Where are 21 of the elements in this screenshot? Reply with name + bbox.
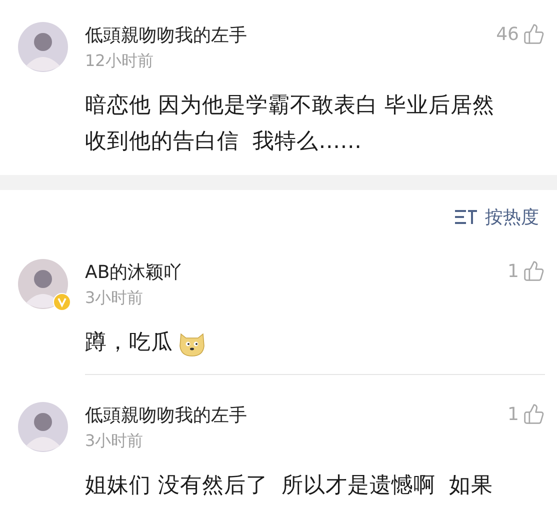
- comment-time: 3小时前: [85, 287, 144, 309]
- comment-text: 暗恋他 因为他是学霸不敢表白 毕业后居然: [85, 92, 495, 120]
- username[interactable]: 低頭親吻吻我的左手: [85, 403, 508, 429]
- avatar[interactable]: [18, 259, 68, 309]
- comment-text: 姐妹们 没有然后了 所以才是遗憾啊 如果: [85, 472, 494, 500]
- avatar[interactable]: [18, 402, 68, 452]
- like-count: 1: [508, 404, 519, 424]
- sort-by-popularity[interactable]: 按热度: [485, 205, 539, 229]
- like-count: 46: [496, 24, 519, 44]
- sort-icon: [455, 208, 477, 226]
- like-icon[interactable]: [523, 403, 545, 425]
- comment-time: 12小时前: [85, 50, 154, 72]
- avatar[interactable]: [18, 22, 68, 72]
- comment-text: 收到他的告白信 我特么……: [85, 128, 362, 156]
- like-icon[interactable]: [523, 23, 545, 45]
- like-count: 1: [508, 260, 519, 282]
- username[interactable]: 低頭親吻吻我的左手: [85, 23, 496, 49]
- username[interactable]: AB的沐颖吖: [85, 260, 508, 286]
- like-icon[interactable]: [523, 260, 545, 282]
- comment-text: 蹲，吃瓜: [85, 329, 173, 357]
- comment-time: 3小时前: [85, 430, 144, 452]
